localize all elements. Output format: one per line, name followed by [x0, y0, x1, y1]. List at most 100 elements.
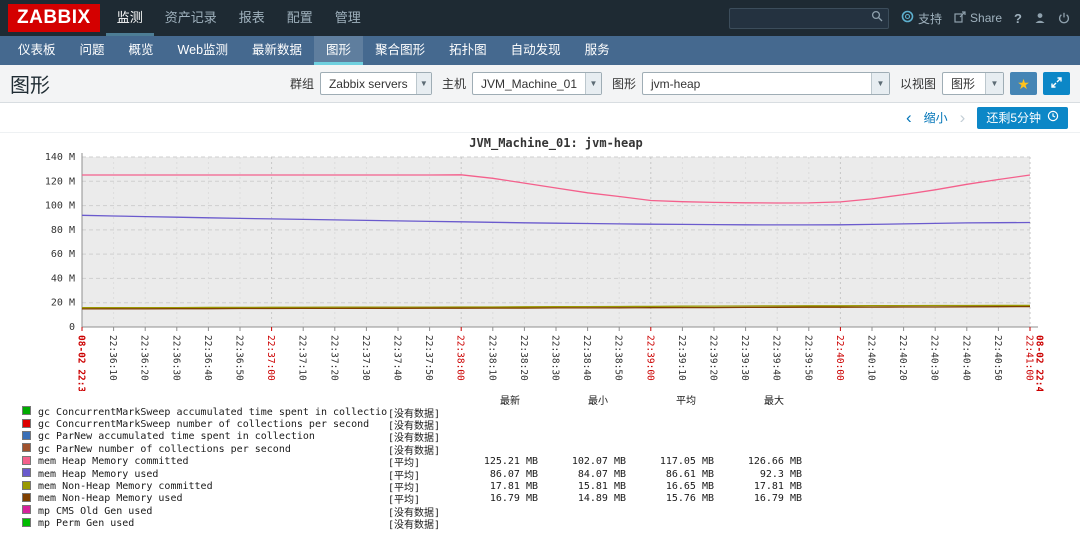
chevron-down-icon: ▼ [415, 73, 431, 94]
legend-item-value: 84.07 MB [577, 468, 626, 480]
svg-text:22:40:20: 22:40:20 [897, 335, 908, 381]
time-back-arrow[interactable]: ‹ [906, 109, 912, 126]
main-nav-item[interactable]: 配置 [276, 0, 324, 36]
svg-text:22:39:50: 22:39:50 [802, 335, 813, 381]
legend-row: gc ParNew number of collections per seco… [22, 443, 1070, 457]
svg-text:08-02 22:36: 08-02 22:36 [76, 335, 87, 391]
chevron-down-icon: ▼ [585, 73, 601, 94]
star-icon: ★ [1017, 75, 1030, 92]
fullscreen-button[interactable] [1043, 72, 1070, 95]
zoom-out-link[interactable]: 缩小 [924, 109, 948, 126]
zabbix-logo[interactable]: ZABBIX [8, 4, 100, 32]
svg-text:22:39:20: 22:39:20 [708, 335, 719, 381]
legend-item-label: mem Heap Memory committed [38, 456, 189, 468]
legend-item-value: 17.81 MB [489, 481, 538, 493]
legend-item-label: mem Heap Memory used [38, 468, 159, 480]
graph-select[interactable]: jvm-heap ▼ [641, 72, 890, 95]
legend-item-value: 126.66 MB [747, 456, 802, 468]
user-profile-icon[interactable] [1034, 12, 1046, 24]
graph-legend: 最新 最小 平均 最大 gc ConcurrentMarkSweep accumulat… [22, 392, 1070, 531]
legend-item-label: mem Non-Heap Memory committed [38, 481, 213, 493]
svg-text:22:39:40: 22:39:40 [771, 335, 782, 381]
main-nav-item[interactable]: 资产记录 [154, 0, 228, 36]
main-nav-item[interactable]: 管理 [324, 0, 372, 36]
share-label: Share [970, 11, 1003, 25]
svg-text:22:37:10: 22:37:10 [297, 335, 308, 381]
search-icon[interactable] [871, 9, 883, 27]
help-link[interactable]: ? [1014, 11, 1022, 26]
svg-text:40 M: 40 M [51, 273, 75, 284]
page-header: 图形 群组 Zabbix servers ▼ 主机 JVM_Machine_01… [0, 65, 1080, 103]
sub-nav-item[interactable]: 拓扑图 [437, 36, 499, 65]
sub-nav-item[interactable]: 聚合图形 [363, 36, 437, 65]
sub-nav-item[interactable]: 概览 [117, 36, 166, 65]
svg-text:22:37:40: 22:37:40 [392, 335, 403, 381]
svg-text:22:40:50: 22:40:50 [992, 335, 1003, 381]
chevron-down-icon: ▼ [870, 73, 889, 94]
legend-color-swatch [22, 455, 31, 465]
group-select-value: Zabbix servers [328, 76, 408, 91]
refresh-countdown-button[interactable]: 还剩5分钟 [977, 106, 1068, 129]
svg-text:22:38:00: 22:38:00 [455, 335, 466, 381]
legend-item-label: mp Perm Gen used [38, 518, 135, 530]
sub-nav-item[interactable]: 自动发现 [499, 36, 573, 65]
main-nav-item[interactable]: 监测 [106, 0, 154, 36]
sub-nav-item[interactable]: 服务 [573, 36, 622, 65]
view-as-select[interactable]: 图形 ▼ [942, 72, 1004, 95]
fullscreen-icon [1051, 76, 1062, 91]
favourite-button[interactable]: ★ [1010, 72, 1037, 95]
host-select[interactable]: JVM_Machine_01 ▼ [471, 72, 602, 95]
sub-nav-item[interactable]: 问题 [68, 36, 117, 65]
sub-nav-item[interactable]: Web监测 [166, 36, 240, 65]
svg-text:22:40:10: 22:40:10 [866, 335, 877, 381]
group-select[interactable]: Zabbix servers ▼ [319, 72, 432, 95]
svg-text:22:40:40: 22:40:40 [960, 335, 971, 381]
search-input[interactable] [730, 11, 871, 25]
search-box [729, 7, 889, 29]
legend-item-label: gc ParNew accumulated time spent in coll… [38, 431, 315, 443]
legend-row: mem Non-Heap Memory used [平均] 16.79 MB 14.8… [22, 492, 1070, 506]
view-as-label: 以视图 [899, 77, 936, 91]
svg-text:22:39:10: 22:39:10 [676, 335, 687, 381]
svg-text:22:38:30: 22:38:30 [550, 335, 561, 381]
svg-text:22:36:50: 22:36:50 [234, 335, 245, 381]
filter-bar: 群组 Zabbix servers ▼ 主机 JVM_Machine_01 ▼ … [286, 72, 1070, 95]
svg-text:22:40:30: 22:40:30 [929, 335, 940, 381]
svg-text:22:36:20: 22:36:20 [139, 335, 150, 381]
svg-text:22:36:40: 22:36:40 [202, 335, 213, 381]
main-nav-item[interactable]: 报表 [228, 0, 276, 36]
svg-text:22:38:50: 22:38:50 [613, 335, 624, 381]
clock-icon [1047, 110, 1059, 125]
legend-item-label: gc ConcurrentMarkSweep accumulated time … [38, 406, 388, 418]
legend-item-label: mem Non-Heap Memory used [38, 493, 183, 505]
sub-nav-item[interactable]: 最新数据 [240, 36, 314, 65]
svg-text:22:37:20: 22:37:20 [328, 335, 339, 381]
legend-row: mp CMS Old Gen used [没有数据] [22, 505, 1070, 519]
svg-text:22:37:50: 22:37:50 [423, 335, 434, 381]
signout-icon[interactable] [1058, 12, 1070, 24]
chart-panel: 0 20 M 40 M 60 M 80 M 100 M 120 M 140 M 08-02 22… [0, 133, 1080, 531]
svg-text:22:36:30: 22:36:30 [170, 335, 181, 381]
legend-item-value: 86.07 MB [489, 468, 538, 480]
legend-item-value: 117.05 MB [659, 456, 714, 468]
legend-color-swatch [22, 492, 31, 502]
legend-row: mp Perm Gen used [没有数据] [22, 517, 1070, 531]
legend-item-value: 92.3 MB [759, 468, 802, 480]
legend-row: gc ConcurrentMarkSweep number of collect… [22, 418, 1070, 432]
legend-column-header: 最新 [500, 396, 520, 407]
legend-item-value: 86.61 MB [665, 468, 714, 480]
sub-nav-item[interactable]: 图形 [314, 36, 364, 65]
chevron-down-icon: ▼ [985, 73, 1003, 94]
jvm-heap-graph[interactable]: 0 20 M 40 M 60 M 80 M 100 M 120 M 140 M 08-02 22… [10, 135, 1066, 391]
share-link[interactable]: Share [954, 10, 1003, 26]
legend-color-swatch [22, 480, 31, 490]
svg-text:100 M: 100 M [45, 201, 75, 212]
legend-color-swatch [22, 406, 31, 416]
svg-text:22:41:00: 22:41:00 [1024, 335, 1035, 381]
legend-row: mem Non-Heap Memory committed [平均] 17.81 M… [22, 480, 1070, 494]
svg-text:120 M: 120 M [45, 176, 75, 187]
svg-text:22:37:30: 22:37:30 [360, 335, 371, 381]
support-link[interactable]: 支持 [901, 10, 942, 27]
sub-nav-item[interactable]: 仪表板 [6, 36, 68, 65]
legend-color-swatch [22, 468, 31, 478]
